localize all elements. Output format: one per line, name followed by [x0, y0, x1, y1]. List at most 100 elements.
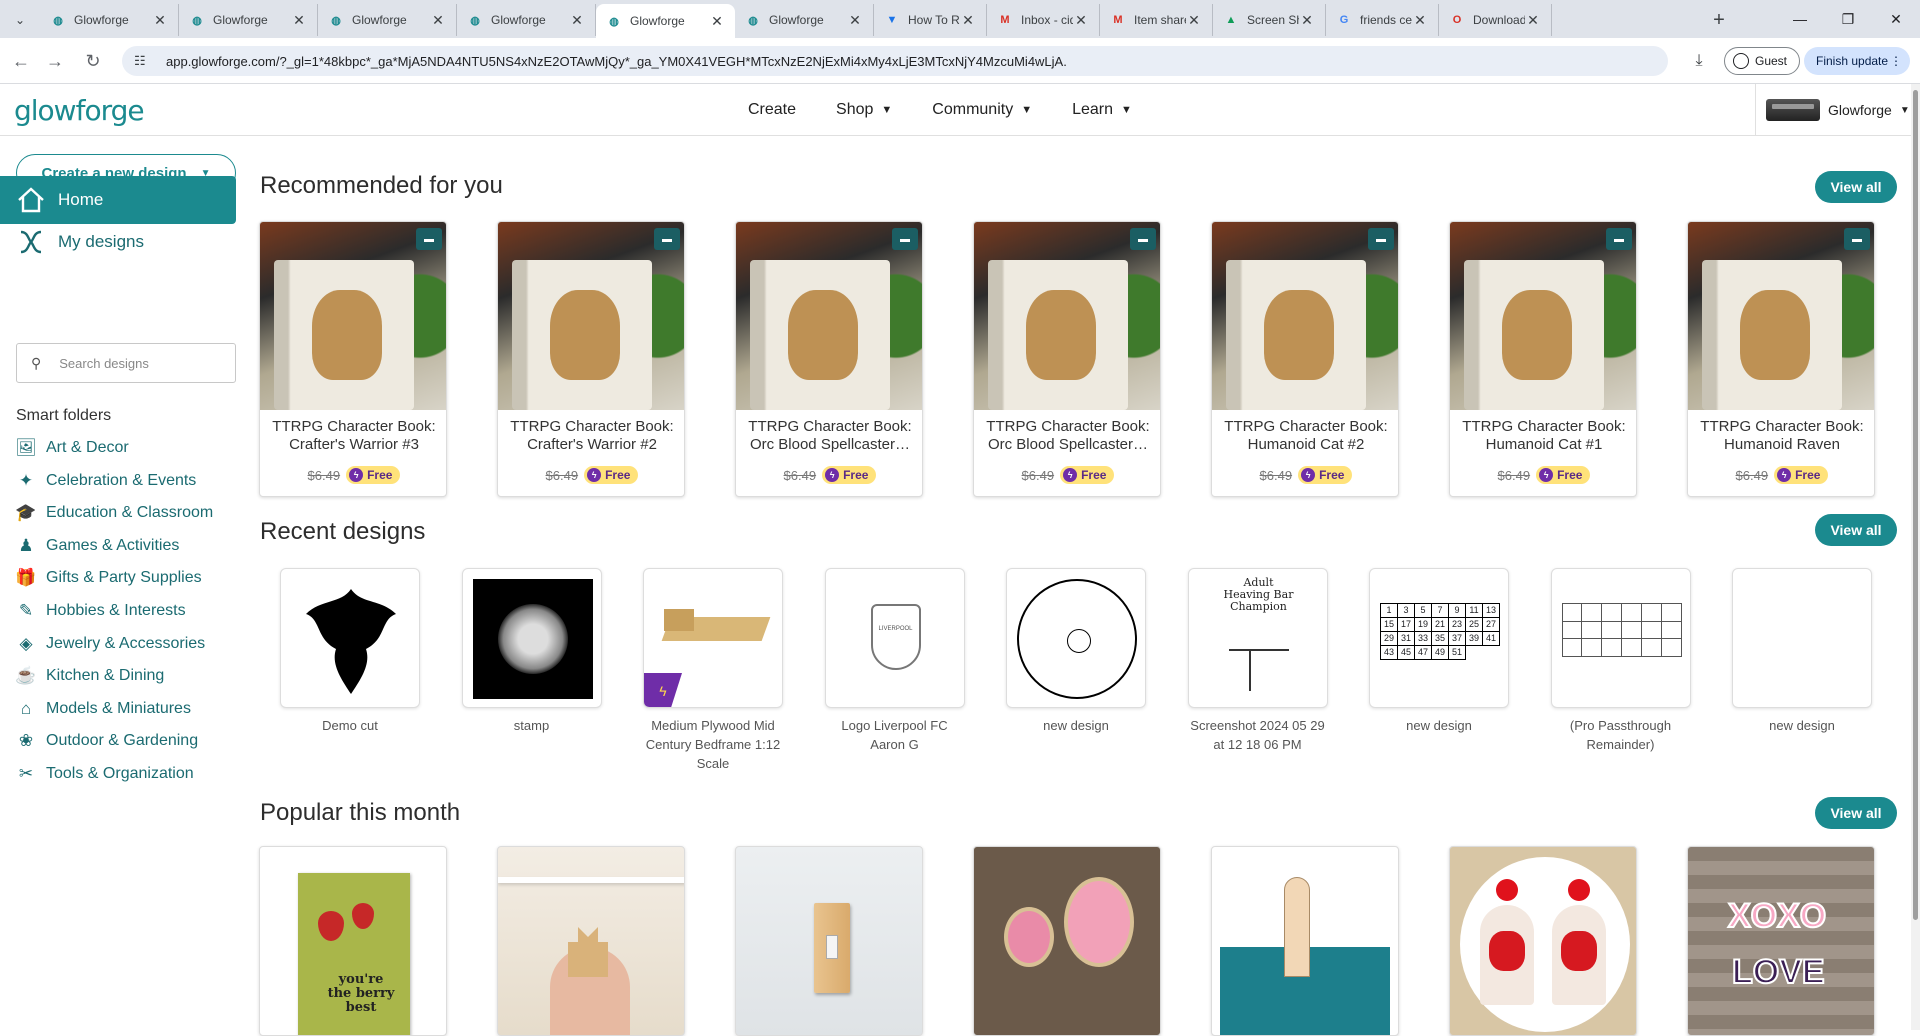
nav-shop[interactable]: Shop ▼ — [836, 101, 892, 119]
site-info-icon[interactable]: ☷ — [134, 53, 154, 69]
recommended-card[interactable]: ▬ TTRPG Character Book: Orc Blood Spellc… — [973, 221, 1161, 497]
close-tab-icon[interactable]: ✕ — [1186, 12, 1202, 29]
close-window-icon[interactable]: ✕ — [1872, 0, 1920, 38]
sidebar-folder-item[interactable]: 🖼 Art & Decor — [14, 433, 128, 463]
design-thumbnail[interactable] — [1732, 568, 1872, 708]
sidebar-folder-item[interactable]: ✦ Celebration & Events — [14, 466, 196, 496]
guest-profile-button[interactable]: Guest — [1724, 47, 1801, 75]
sidebar-folder-item[interactable]: 🎓 Education & Classroom — [14, 498, 213, 528]
recent-design-item[interactable]: new design — [1006, 568, 1146, 735]
recent-design-item[interactable]: Adult Heaving Bar Champion Screenshot 20… — [1187, 568, 1328, 754]
glowforge-logo[interactable]: glowforge — [14, 94, 145, 127]
sidebar-folder-item[interactable]: ⌂ Models & Miniatures — [14, 694, 191, 724]
book-engraving — [1264, 290, 1334, 380]
popular-view-all-button[interactable]: View all — [1815, 797, 1897, 829]
google-icon: G — [1339, 14, 1349, 26]
recent-design-item[interactable]: LIVERPOOL Logo Liverpool FC Aaron G — [824, 568, 965, 754]
close-tab-icon[interactable]: ✕ — [847, 12, 863, 29]
forward-icon[interactable]: → — [40, 46, 70, 76]
popular-card-bookmark[interactable] — [1211, 846, 1399, 1036]
browser-tab[interactable]: ◍ Glowforge ✕ — [179, 4, 318, 36]
sidebar-folder-item[interactable]: ☕ Kitchen & Dining — [14, 661, 164, 691]
design-thumbnail[interactable] — [461, 568, 602, 708]
search-icon: ⚲ — [31, 354, 42, 371]
sidebar-folder-item[interactable]: 🎁 Gifts & Party Supplies — [14, 563, 201, 593]
recent-view-all-button[interactable]: View all — [1815, 514, 1897, 546]
recent-design-item[interactable]: ϟ Medium Plywood Mid Century Bedframe 1:… — [643, 568, 783, 773]
design-thumbnail[interactable] — [280, 568, 420, 708]
page-scrollbar[interactable] — [1911, 84, 1920, 1030]
browser-tab[interactable]: M Inbox - cid@✕ — [987, 4, 1100, 36]
popular-card-berry[interactable]: you're the berry best — [259, 846, 447, 1036]
browser-tab[interactable]: O Download y✕ — [1439, 4, 1552, 36]
design-thumbnail[interactable]: LIVERPOOL — [824, 568, 965, 708]
scrollbar-thumb[interactable] — [1913, 90, 1918, 920]
close-tab-icon[interactable]: ✕ — [709, 13, 725, 30]
popular-card-flamingo[interactable] — [973, 846, 1161, 1036]
close-tab-icon[interactable]: ✕ — [1073, 12, 1089, 29]
close-tab-icon[interactable]: ✕ — [1525, 12, 1541, 29]
recent-design-item[interactable]: new design — [1732, 568, 1872, 735]
new-tab-button[interactable]: + — [1705, 6, 1733, 34]
close-tab-icon[interactable]: ✕ — [152, 12, 168, 29]
search-designs-input[interactable]: ⚲ Search designs — [16, 343, 236, 383]
back-icon[interactable]: ← — [6, 46, 36, 76]
browser-tab[interactable]: ◍ Glowforge ✕ — [40, 4, 179, 36]
account-menu[interactable]: Glowforge ▼ — [1755, 84, 1920, 136]
recommended-card[interactable]: ▬ TTRPG Character Book: Crafter's Warrio… — [259, 221, 447, 497]
recent-design-item[interactable]: stamp — [461, 568, 602, 735]
browser-tab[interactable]: ◍ Glowforge ✕ — [318, 4, 457, 36]
sidebar-folder-item[interactable]: ✎ Hobbies & Interests — [14, 596, 186, 626]
design-thumbnail[interactable] — [1550, 568, 1691, 708]
tab-search-chevron-icon[interactable]: ⌄ — [8, 8, 32, 32]
product-title: TTRPG Character Book: Crafter's Warrior … — [510, 418, 674, 453]
browser-tab[interactable]: ◍ Glowforge ✕ — [596, 4, 735, 38]
recommended-card[interactable]: ▬ TTRPG Character Book: Crafter's Warrio… — [497, 221, 685, 497]
recommended-card[interactable]: ▬ TTRPG Character Book: Humanoid Raven $… — [1687, 221, 1875, 497]
browser-tab[interactable]: ▼ How To Rem✕ — [874, 4, 987, 36]
more-menu-icon[interactable]: ⋮ — [1890, 54, 1902, 68]
browser-tab[interactable]: Gfriends centr✕ — [1326, 4, 1439, 36]
browser-tab[interactable]: ◍ Glowforge ✕ — [735, 4, 874, 36]
sidebar-item-my-designs[interactable]: My designs — [0, 218, 236, 266]
close-tab-icon[interactable]: ✕ — [291, 12, 307, 29]
minimize-icon[interactable]: — — [1776, 0, 1824, 38]
download-icon[interactable]: ⤓ — [1686, 48, 1712, 74]
popular-card-earrings[interactable] — [1449, 846, 1637, 1036]
sidebar-folder-item[interactable]: ◈ Jewelry & Accessories — [14, 629, 205, 659]
browser-tab[interactable]: ▲ Screen Shot✕ — [1213, 4, 1326, 36]
close-tab-icon[interactable]: ✕ — [430, 12, 446, 29]
popular-card-switchplate[interactable] — [735, 846, 923, 1036]
sidebar-item-home[interactable]: Home — [0, 176, 236, 224]
nav-learn[interactable]: Learn ▼ — [1072, 101, 1132, 119]
recommended-view-all-button[interactable]: View all — [1815, 171, 1897, 203]
finish-update-button[interactable]: Finish update ⋮ — [1804, 47, 1910, 75]
recommended-card[interactable]: ▬ TTRPG Character Book: Orc Blood Spellc… — [735, 221, 923, 497]
recent-design-item[interactable]: (Pro Passthrough Remainder) — [1550, 568, 1691, 754]
recent-design-item[interactable]: Demo cut — [280, 568, 420, 735]
close-tab-icon[interactable]: ✕ — [569, 12, 585, 29]
browser-tab[interactable]: ◍ Glowforge ✕ — [457, 4, 596, 36]
reload-icon[interactable]: ↻ — [78, 46, 108, 76]
recommended-card[interactable]: ▬ TTRPG Character Book: Humanoid Cat #1 … — [1449, 221, 1637, 497]
sidebar-folder-item[interactable]: ❀ Outdoor & Gardening — [14, 726, 198, 756]
restore-icon[interactable]: ❐ — [1824, 0, 1872, 38]
design-thumbnail[interactable]: 1 3 5 7 9 11 13 15 17 19 21 23 25 27 29 31 33 35 37 39 41 43 4… — [1369, 568, 1509, 708]
close-tab-icon[interactable]: ✕ — [1299, 12, 1315, 29]
browser-tab[interactable]: M Item shared✕ — [1100, 4, 1213, 36]
popular-card-xoxo[interactable]: XOXO LOVE — [1687, 846, 1875, 1036]
popular-card-castle[interactable] — [497, 846, 685, 1036]
recent-design-item[interactable]: 1 3 5 7 9 11 13 15 17 19 21 23 25 27 29 31 33 35 37 39 41 43 4… — [1369, 568, 1509, 735]
sidebar-folder-item[interactable]: ✂ Tools & Organization — [14, 759, 194, 789]
grid-design-thumb — [1561, 603, 1682, 657]
recommended-card[interactable]: ▬ TTRPG Character Book: Humanoid Cat #2 … — [1211, 221, 1399, 497]
design-thumbnail[interactable]: Adult Heaving Bar Champion — [1187, 568, 1328, 708]
address-bar[interactable]: ☷ app.glowforge.com/?_gl=1*48kbpc*_ga*Mj… — [122, 46, 1668, 76]
nav-create[interactable]: Create — [748, 101, 796, 119]
nav-community[interactable]: Community ▼ — [932, 101, 1032, 119]
design-thumbnail[interactable] — [1006, 568, 1146, 708]
close-tab-icon[interactable]: ✕ — [960, 12, 976, 29]
sidebar-folder-item[interactable]: ♟ Games & Activities — [14, 531, 179, 561]
close-tab-icon[interactable]: ✕ — [1412, 12, 1428, 29]
design-thumbnail[interactable]: ϟ — [643, 568, 783, 708]
